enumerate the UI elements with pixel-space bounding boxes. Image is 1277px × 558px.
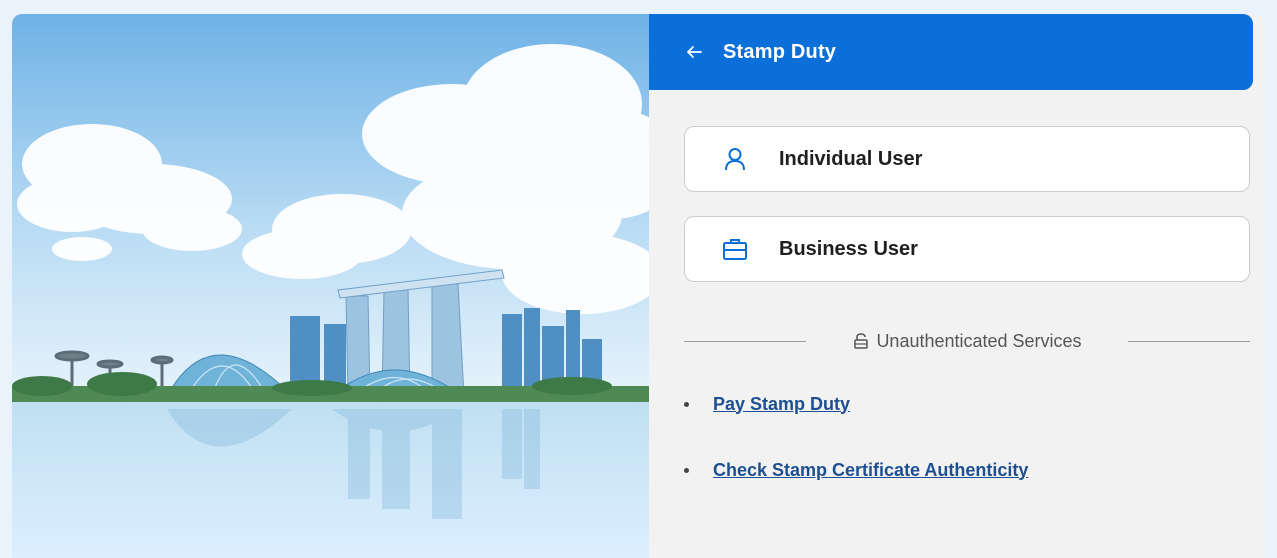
list-item: Check Stamp Certificate Authenticity xyxy=(684,452,1244,488)
bullet xyxy=(684,467,689,473)
unauthenticated-divider: Unauthenticated Services xyxy=(684,328,1250,354)
list-item: Pay Stamp Duty xyxy=(684,386,1244,422)
panel-header: Stamp Duty xyxy=(649,14,1253,90)
individual-user-button[interactable]: Individual User xyxy=(684,126,1250,192)
arrow-left-icon[interactable] xyxy=(683,41,705,63)
pay-stamp-duty-link[interactable]: Pay Stamp Duty xyxy=(713,394,850,415)
business-user-button[interactable]: Business User xyxy=(684,216,1250,282)
page-title: Stamp Duty xyxy=(723,40,837,63)
divider-line-right xyxy=(1128,340,1250,342)
page-container: Stamp Duty Individual User Business User xyxy=(12,14,1265,558)
unauthenticated-label: Unauthenticated Services xyxy=(876,330,1082,351)
stamp-duty-panel: Stamp Duty Individual User Business User xyxy=(649,14,1265,558)
divider-line-left xyxy=(684,340,806,342)
unauthenticated-links-list: Pay Stamp Duty Check Stamp Certificate A… xyxy=(684,386,1244,518)
unauthenticated-heading: Unauthenticated Services xyxy=(806,331,1128,352)
unlock-icon xyxy=(852,332,870,350)
check-certificate-link[interactable]: Check Stamp Certificate Authenticity xyxy=(713,460,1028,481)
hero-skyline-image xyxy=(12,14,649,558)
briefcase-icon xyxy=(721,235,749,263)
business-user-label: Business User xyxy=(779,237,918,260)
person-icon xyxy=(721,145,749,173)
bullet xyxy=(684,401,689,407)
individual-user-label: Individual User xyxy=(779,147,923,170)
